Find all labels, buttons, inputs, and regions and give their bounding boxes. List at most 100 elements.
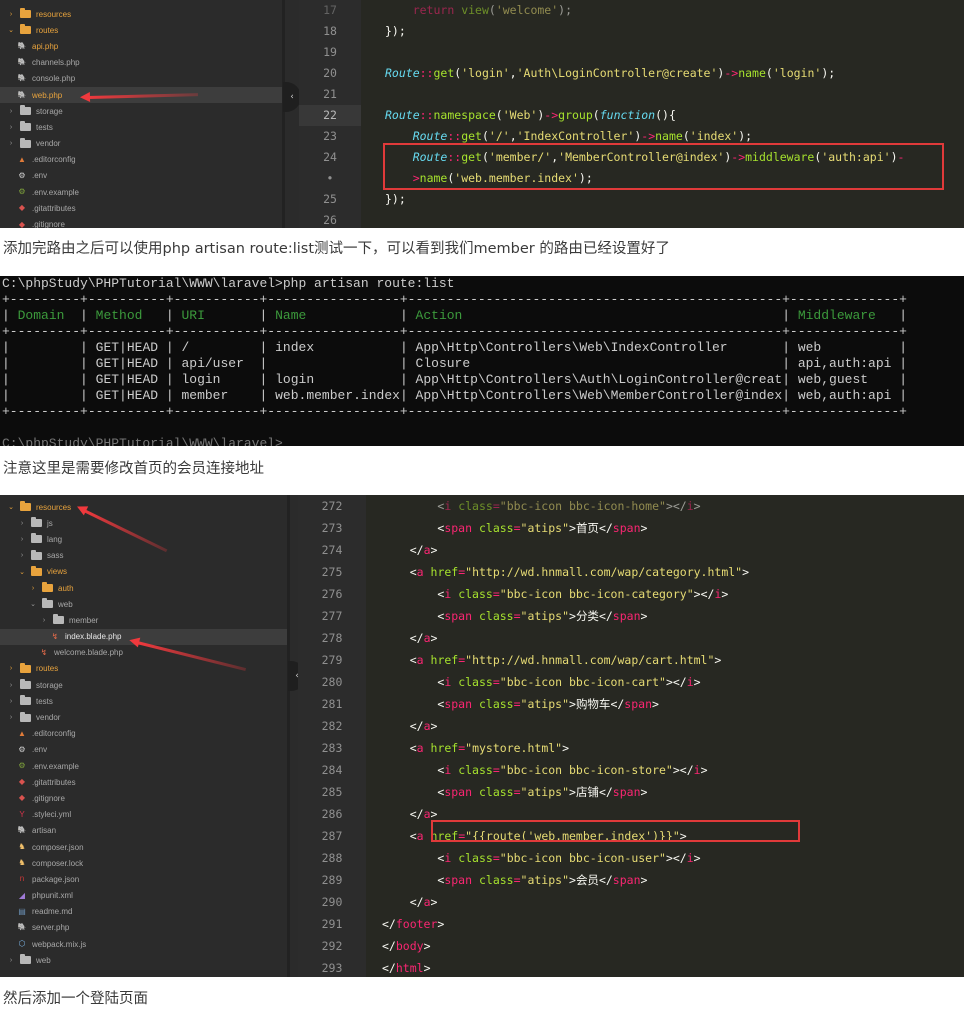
tree-item-label: readme.md — [32, 907, 73, 917]
tree-folder-views[interactable]: ⌄ views — [0, 564, 287, 580]
folder-icon — [42, 598, 53, 609]
tree-file-server-php[interactable]: 🐘 server.php — [0, 920, 287, 936]
chevron-right-icon[interactable]: › — [6, 665, 16, 672]
chevron-down-icon[interactable]: ⌄ — [6, 503, 16, 511]
cell-name — [267, 356, 400, 371]
table-border: +---------+----------+-----------+------… — [2, 404, 907, 419]
tree-item-label: routes — [36, 25, 59, 35]
code-line: </a> — [409, 719, 438, 733]
tree-folder-auth[interactable]: › auth — [0, 580, 287, 596]
tree-file-env-example[interactable]: ⚙ .env.example — [0, 758, 287, 774]
tree-file-artisan[interactable]: 🐘 artisan — [0, 823, 287, 839]
chevron-right-icon[interactable]: › — [6, 11, 16, 18]
line-number: 291 — [321, 917, 343, 931]
chevron-right-icon[interactable]: › — [17, 536, 27, 543]
chevron-right-icon[interactable]: › — [6, 714, 16, 721]
line-number: 279 — [321, 653, 343, 667]
tree-item-label: tests — [36, 122, 53, 132]
tree-file-editorconfig[interactable]: ▲ .editorconfig — [0, 152, 282, 168]
cell-action: App\Http\Controllers\Web\MemberControlle… — [407, 388, 783, 403]
tree-item-label: resources — [36, 9, 72, 19]
code-line: </footer> — [382, 917, 445, 931]
tree-file-gitattributes[interactable]: ◆ .gitattributes — [0, 774, 287, 790]
folder-icon — [20, 121, 31, 132]
tree-folder-storage[interactable]: › storage — [0, 677, 287, 693]
code-editor[interactable]: 272 273 274 275 276 277 278 279 280 281 282 283 284 2… — [298, 495, 964, 977]
code-text[interactable]: return view('welcome');}); Route::get('l… — [361, 0, 964, 228]
tree-folder-storage[interactable]: › storage — [0, 103, 282, 119]
tree-file-welcome-blade-php[interactable]: ↯ welcome.blade.php — [0, 645, 287, 661]
line-number: 272 — [321, 499, 343, 513]
tree-file-api-php[interactable]: 🐘 api.php — [0, 38, 282, 54]
folder-icon — [20, 695, 31, 706]
chevron-right-icon[interactable]: › — [6, 140, 16, 147]
tree-folder-web[interactable]: ⌄ web — [0, 596, 287, 612]
tree-folder-tests[interactable]: › tests — [0, 693, 287, 709]
tree-file-composer-lock[interactable]: ♞ composer.lock — [0, 855, 287, 871]
composer-icon: ♞ — [18, 842, 26, 852]
terminal-route-list: C:\phpStudy\PHPTutorial\WWW\laravel>php … — [0, 276, 964, 446]
tree-file-styleci-yml[interactable]: Y .styleci.yml — [0, 807, 287, 823]
gear-outline-icon: ⚙ — [18, 187, 26, 197]
tree-file-webpack-mix-js[interactable]: ⬡ webpack.mix.js — [0, 936, 287, 952]
tree-folder-js[interactable]: › js — [0, 515, 287, 531]
chevron-right-icon[interactable]: › — [6, 682, 16, 689]
table-row: | | GET|HEAD | login | login | App\Http\… — [2, 372, 908, 387]
tree-file-env[interactable]: ⚙ .env — [0, 168, 282, 184]
code-editor[interactable]: 17 18 19 20 21 22 23 24 • 25 26 return view('welco… — [299, 0, 964, 228]
caption-route-list: 添加完路由之后可以使用php artisan route:list测试一下，可以… — [3, 241, 670, 257]
folder-icon — [20, 137, 31, 148]
chevron-right-icon[interactable]: › — [17, 520, 27, 527]
tree-folder-member[interactable]: › member — [0, 612, 287, 628]
tree-folder-web[interactable]: › web — [0, 952, 287, 968]
tree-folder-vendor[interactable]: › vendor — [0, 136, 282, 152]
code-line: <i class="bbc-icon bbc-icon-home"></i> — [437, 499, 701, 513]
table-border: +---------+----------+-----------+------… — [2, 292, 907, 307]
line-number: 26 — [323, 213, 337, 227]
chevron-right-icon[interactable]: › — [39, 617, 49, 624]
tree-file-editorconfig[interactable]: ▲ .editorconfig — [0, 726, 287, 742]
folder-icon — [42, 582, 53, 593]
tree-file-gitignore[interactable]: ◆ .gitignore — [0, 216, 282, 228]
tree-folder-sass[interactable]: › sass — [0, 548, 287, 564]
column-header: Name — [267, 308, 400, 323]
chevron-right-icon[interactable]: › — [17, 552, 27, 559]
tree-item-label: js — [47, 518, 53, 528]
chevron-down-icon[interactable]: ⌄ — [6, 26, 16, 34]
tree-file-channels-php[interactable]: 🐘 channels.php — [0, 55, 282, 71]
line-number: 19 — [323, 45, 337, 59]
tree-folder-vendor[interactable]: › vendor — [0, 709, 287, 725]
chevron-right-icon[interactable]: › — [28, 585, 38, 592]
chevron-down-icon[interactable]: ⌄ — [17, 568, 27, 576]
tree-file-composer-json[interactable]: ♞ composer.json — [0, 839, 287, 855]
chevron-right-icon[interactable]: › — [6, 957, 16, 964]
tree-folder-routes[interactable]: ⌄ routes — [0, 22, 282, 38]
tree-file-env[interactable]: ⚙ .env — [0, 742, 287, 758]
line-number: 21 — [323, 87, 337, 101]
tree-folder-resources[interactable]: › resources — [0, 6, 282, 22]
chevron-right-icon[interactable]: › — [6, 124, 16, 131]
tree-file-readme-md[interactable]: ▤ readme.md — [0, 904, 287, 920]
tree-file-phpunit-xml[interactable]: ◢ phpunit.xml — [0, 888, 287, 904]
tree-file-gitattributes[interactable]: ◆ .gitattributes — [0, 200, 282, 216]
line-number: 274 — [321, 543, 343, 557]
caption-login-page: 然后添加一个登陆页面 — [3, 991, 148, 1007]
chevron-right-icon[interactable]: › — [6, 698, 16, 705]
code-text[interactable]: <i class="bbc-icon bbc-icon-home"></i> <… — [366, 495, 964, 977]
folder-icon — [31, 565, 42, 576]
tree-file-env-example[interactable]: ⚙ .env.example — [0, 184, 282, 200]
tree-folder-tests[interactable]: › tests — [0, 119, 282, 135]
chevron-down-icon[interactable]: ⌄ — [28, 600, 38, 608]
cell-method: GET|HEAD — [87, 388, 166, 403]
blade-icon: ↯ — [40, 647, 48, 657]
tree-folder-resources[interactable]: ⌄ resources — [0, 499, 287, 515]
line-number: 287 — [321, 829, 343, 843]
tree-file-gitignore[interactable]: ◆ .gitignore — [0, 790, 287, 806]
chevron-right-icon[interactable]: › — [6, 108, 16, 115]
tree-file-console-php[interactable]: 🐘 console.php — [0, 71, 282, 87]
cell-middleware: web,guest — [790, 372, 900, 387]
tree-item-label: storage — [36, 680, 63, 690]
tree-file-package-json[interactable]: n package.json — [0, 871, 287, 887]
